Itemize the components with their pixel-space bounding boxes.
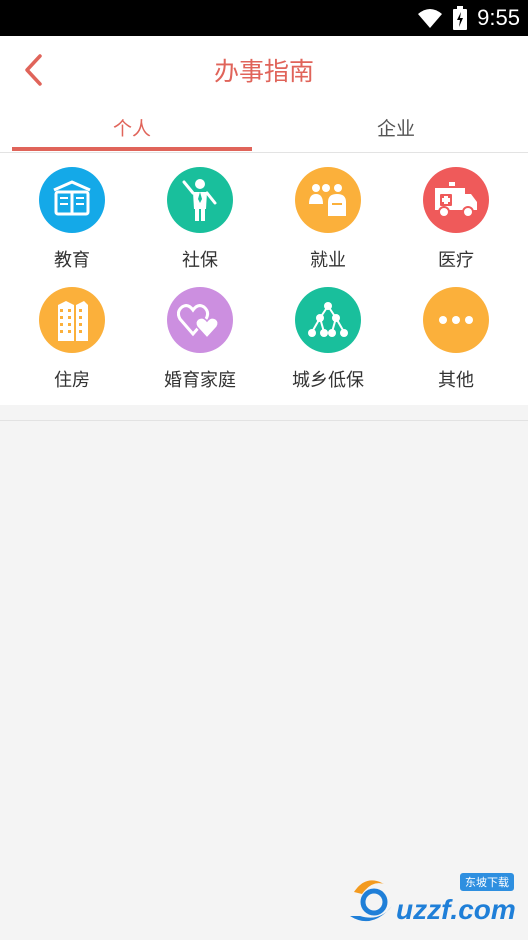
tab-personal[interactable]: 个人: [12, 102, 252, 153]
battery-icon: [453, 6, 468, 30]
watermark-logo: uzzf.com 东坡下载: [344, 872, 522, 928]
app-bar: 办事指南: [0, 36, 528, 102]
tab-bar: 个人 企业: [0, 102, 528, 153]
service-label: 其他: [438, 370, 474, 391]
page-title: 办事指南: [213, 57, 314, 86]
tab-enterprise[interactable]: 企业: [264, 102, 528, 153]
more-icon: [423, 287, 489, 353]
people-icon: [295, 167, 361, 233]
service-housing[interactable]: 住房: [8, 287, 136, 392]
hierarchy-icon: [295, 287, 361, 353]
watermark-brand: uzzf.com: [396, 894, 516, 925]
person-icon: [167, 167, 233, 233]
service-education[interactable]: 教育: [8, 167, 136, 272]
service-medical[interactable]: 医疗: [392, 167, 520, 272]
status-time: 9:55: [477, 5, 520, 30]
divider: [0, 420, 528, 421]
service-social-security[interactable]: 社保: [136, 167, 264, 272]
building-icon: [39, 287, 105, 353]
wifi-icon: [418, 9, 443, 28]
service-label: 医疗: [438, 250, 474, 271]
status-bar: 9:55: [0, 0, 528, 36]
service-label: 婚育家庭: [164, 370, 236, 391]
service-label: 教育: [54, 250, 90, 271]
status-icons: 9:55: [417, 0, 520, 36]
service-label: 城乡低保: [292, 370, 364, 391]
service-marriage-family[interactable]: 婚育家庭: [136, 287, 264, 392]
service-urban-rural-subsistence[interactable]: 城乡低保: [264, 287, 392, 392]
service-grid: 教育 社保 就业 医疗 住房 婚育家庭 城乡低保 其他: [0, 153, 528, 405]
ambulance-icon: [423, 167, 489, 233]
book-icon: [39, 167, 105, 233]
tab-indicator: [12, 147, 252, 151]
service-label: 就业: [310, 250, 346, 271]
watermark-badge: 东坡下载: [460, 873, 514, 891]
service-label: 社保: [182, 250, 218, 271]
service-other[interactable]: 其他: [392, 287, 520, 392]
hearts-icon: [167, 287, 233, 353]
service-employment[interactable]: 就业: [264, 167, 392, 272]
service-label: 住房: [54, 370, 90, 391]
